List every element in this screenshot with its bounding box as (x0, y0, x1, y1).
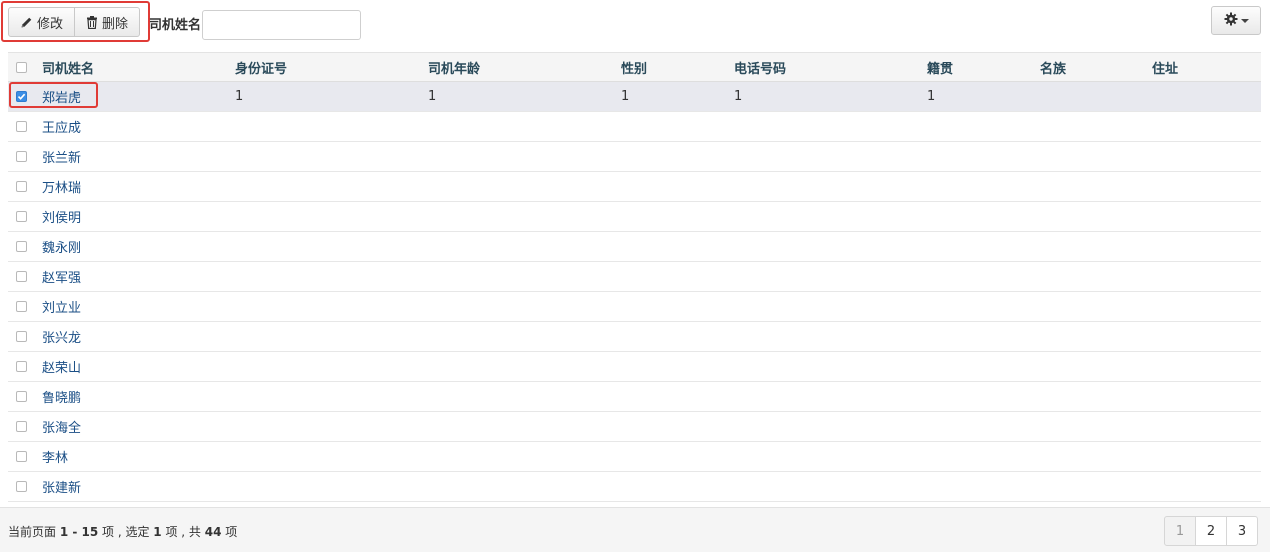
toolbar: 修改 删除 司机姓名 (0, 0, 1270, 50)
status-selected-count: 1 (153, 525, 162, 539)
row-checkbox-cell[interactable] (16, 412, 27, 441)
table-row[interactable]: 魏永刚 (8, 232, 1261, 262)
table-row[interactable]: 王应成 (8, 112, 1261, 142)
cell-driver-name[interactable]: 赵军强 (42, 262, 81, 291)
row-checkbox[interactable] (16, 241, 27, 252)
row-checkbox-cell[interactable] (16, 112, 27, 141)
table-row[interactable]: 刘立业 (8, 292, 1261, 322)
row-checkbox-cell[interactable] (16, 232, 27, 261)
table-row[interactable]: 万林瑞 (8, 172, 1261, 202)
column-header-name[interactable]: 司机姓名 (42, 53, 94, 81)
pagination-footer: 当前页面 1 - 15 项 , 选定 1 项 , 共 44 项 1 2 3 (0, 507, 1270, 552)
table-viewport[interactable]: 司机姓名 身份证号 司机年龄 性别 电话号码 籍贯 名族 住址 郑岩虎 1 1 1 1 1… (0, 52, 1270, 507)
caret-down-icon (1240, 18, 1249, 23)
cell-origin: 1 (927, 89, 936, 104)
cell-id-number: 1 (235, 89, 244, 104)
cell-phone: 1 (734, 89, 743, 104)
row-checkbox-cell[interactable] (16, 442, 27, 471)
row-checkbox[interactable] (16, 271, 27, 282)
table-row[interactable]: 李林 (8, 442, 1261, 472)
cell-gender: 1 (621, 89, 630, 104)
cell-driver-name[interactable]: 张兴龙 (42, 322, 81, 351)
table-row[interactable]: 张海全 (8, 412, 1261, 442)
table-row[interactable]: 张建新 (8, 472, 1261, 502)
cell-driver-name[interactable]: 张建新 (42, 472, 81, 501)
table-row[interactable]: 张兴龙 (8, 322, 1261, 352)
cell-driver-name[interactable]: 张兰新 (42, 142, 81, 171)
cell-driver-name[interactable]: 刘立业 (42, 292, 81, 321)
cell-driver-name[interactable]: 李林 (42, 442, 68, 471)
table-row[interactable]: 赵军强 (8, 262, 1261, 292)
cell-driver-name[interactable]: 赵荣山 (42, 352, 81, 381)
gear-icon (1224, 12, 1238, 30)
row-checkbox-cell[interactable] (16, 142, 27, 171)
row-checkbox[interactable] (16, 361, 27, 372)
page-1-button[interactable]: 1 (1164, 516, 1196, 546)
row-checkbox[interactable] (16, 481, 27, 492)
table-row[interactable]: 郑岩虎 1 1 1 1 1 (8, 82, 1261, 112)
cell-driver-name[interactable]: 万林瑞 (42, 172, 81, 201)
action-button-group: 修改 删除 (8, 7, 141, 37)
column-header-origin[interactable]: 籍贯 (927, 53, 953, 81)
row-checkbox-cell[interactable] (16, 382, 27, 411)
table-row[interactable]: 张兰新 (8, 142, 1261, 172)
column-header-gender[interactable]: 性别 (621, 53, 647, 81)
row-checkbox[interactable] (16, 121, 27, 132)
row-checkbox[interactable] (16, 451, 27, 462)
column-header-id-number[interactable]: 身份证号 (235, 53, 287, 81)
table-row[interactable]: 赵荣山 (8, 352, 1261, 382)
row-checkbox-cell[interactable] (16, 292, 27, 321)
cell-driver-name[interactable]: 王应成 (42, 112, 81, 141)
page-2-button[interactable]: 2 (1195, 516, 1227, 546)
page-3-button[interactable]: 3 (1226, 516, 1258, 546)
row-checkbox[interactable] (16, 421, 27, 432)
row-checkbox[interactable] (16, 301, 27, 312)
settings-dropdown-button[interactable] (1211, 6, 1261, 35)
column-header-ethnicity[interactable]: 名族 (1040, 53, 1066, 81)
edit-button-label: 修改 (37, 16, 64, 32)
column-header-phone[interactable]: 电话号码 (734, 53, 786, 81)
highlight-box-selected-row (9, 82, 98, 108)
pagination-status: 当前页面 1 - 15 项 , 选定 1 项 , 共 44 项 (8, 523, 237, 540)
pencil-icon (20, 16, 33, 29)
row-checkbox[interactable] (16, 211, 27, 222)
driver-name-search-input[interactable] (202, 10, 361, 40)
trash-icon (86, 15, 98, 29)
row-checkbox[interactable] (16, 151, 27, 162)
select-all-checkbox-cell[interactable] (16, 53, 27, 81)
column-header-address[interactable]: 住址 (1152, 53, 1178, 81)
driver-table: 司机姓名 身份证号 司机年龄 性别 电话号码 籍贯 名族 住址 郑岩虎 1 1 1 1 1… (8, 52, 1261, 502)
status-total-count: 44 (204, 525, 222, 539)
delete-button[interactable]: 删除 (75, 7, 141, 37)
delete-button-label: 删除 (102, 16, 129, 32)
cell-driver-name[interactable]: 魏永刚 (42, 232, 81, 261)
table-body: 郑岩虎 1 1 1 1 1 王应成 张兰新 万林瑞 刘侯明 魏永刚 赵军强 刘立业 张兴龙 赵荣山 鲁晓鹏 张海… (8, 82, 1261, 502)
status-prefix: 当前页面 (8, 525, 60, 539)
row-checkbox[interactable] (16, 331, 27, 342)
cell-driver-name[interactable]: 刘侯明 (42, 202, 81, 231)
row-checkbox[interactable] (16, 181, 27, 192)
cell-driver-name[interactable]: 张海全 (42, 412, 81, 441)
row-checkbox-cell[interactable] (16, 172, 27, 201)
row-checkbox-cell[interactable] (16, 262, 27, 291)
status-text: 项 , 选定 (98, 525, 154, 539)
select-all-checkbox[interactable] (16, 61, 27, 73)
status-suffix: 项 (221, 525, 238, 539)
row-checkbox-cell[interactable] (16, 322, 27, 351)
status-range: 1 - 15 (59, 525, 99, 539)
table-row[interactable]: 鲁晓鹏 (8, 382, 1261, 412)
pager: 1 2 3 (1164, 516, 1258, 546)
edit-button[interactable]: 修改 (8, 7, 76, 37)
row-checkbox[interactable] (16, 391, 27, 402)
cell-driver-name[interactable]: 鲁晓鹏 (42, 382, 81, 411)
row-checkbox-cell[interactable] (16, 352, 27, 381)
cell-age: 1 (428, 89, 437, 104)
row-checkbox-cell[interactable] (16, 472, 27, 501)
row-checkbox-cell[interactable] (16, 202, 27, 231)
search-label: 司机姓名 (149, 18, 202, 33)
column-header-age[interactable]: 司机年龄 (428, 53, 480, 81)
table-header-row: 司机姓名 身份证号 司机年龄 性别 电话号码 籍贯 名族 住址 (8, 53, 1261, 82)
table-row[interactable]: 刘侯明 (8, 202, 1261, 232)
status-text: 项 , 共 (161, 525, 205, 539)
